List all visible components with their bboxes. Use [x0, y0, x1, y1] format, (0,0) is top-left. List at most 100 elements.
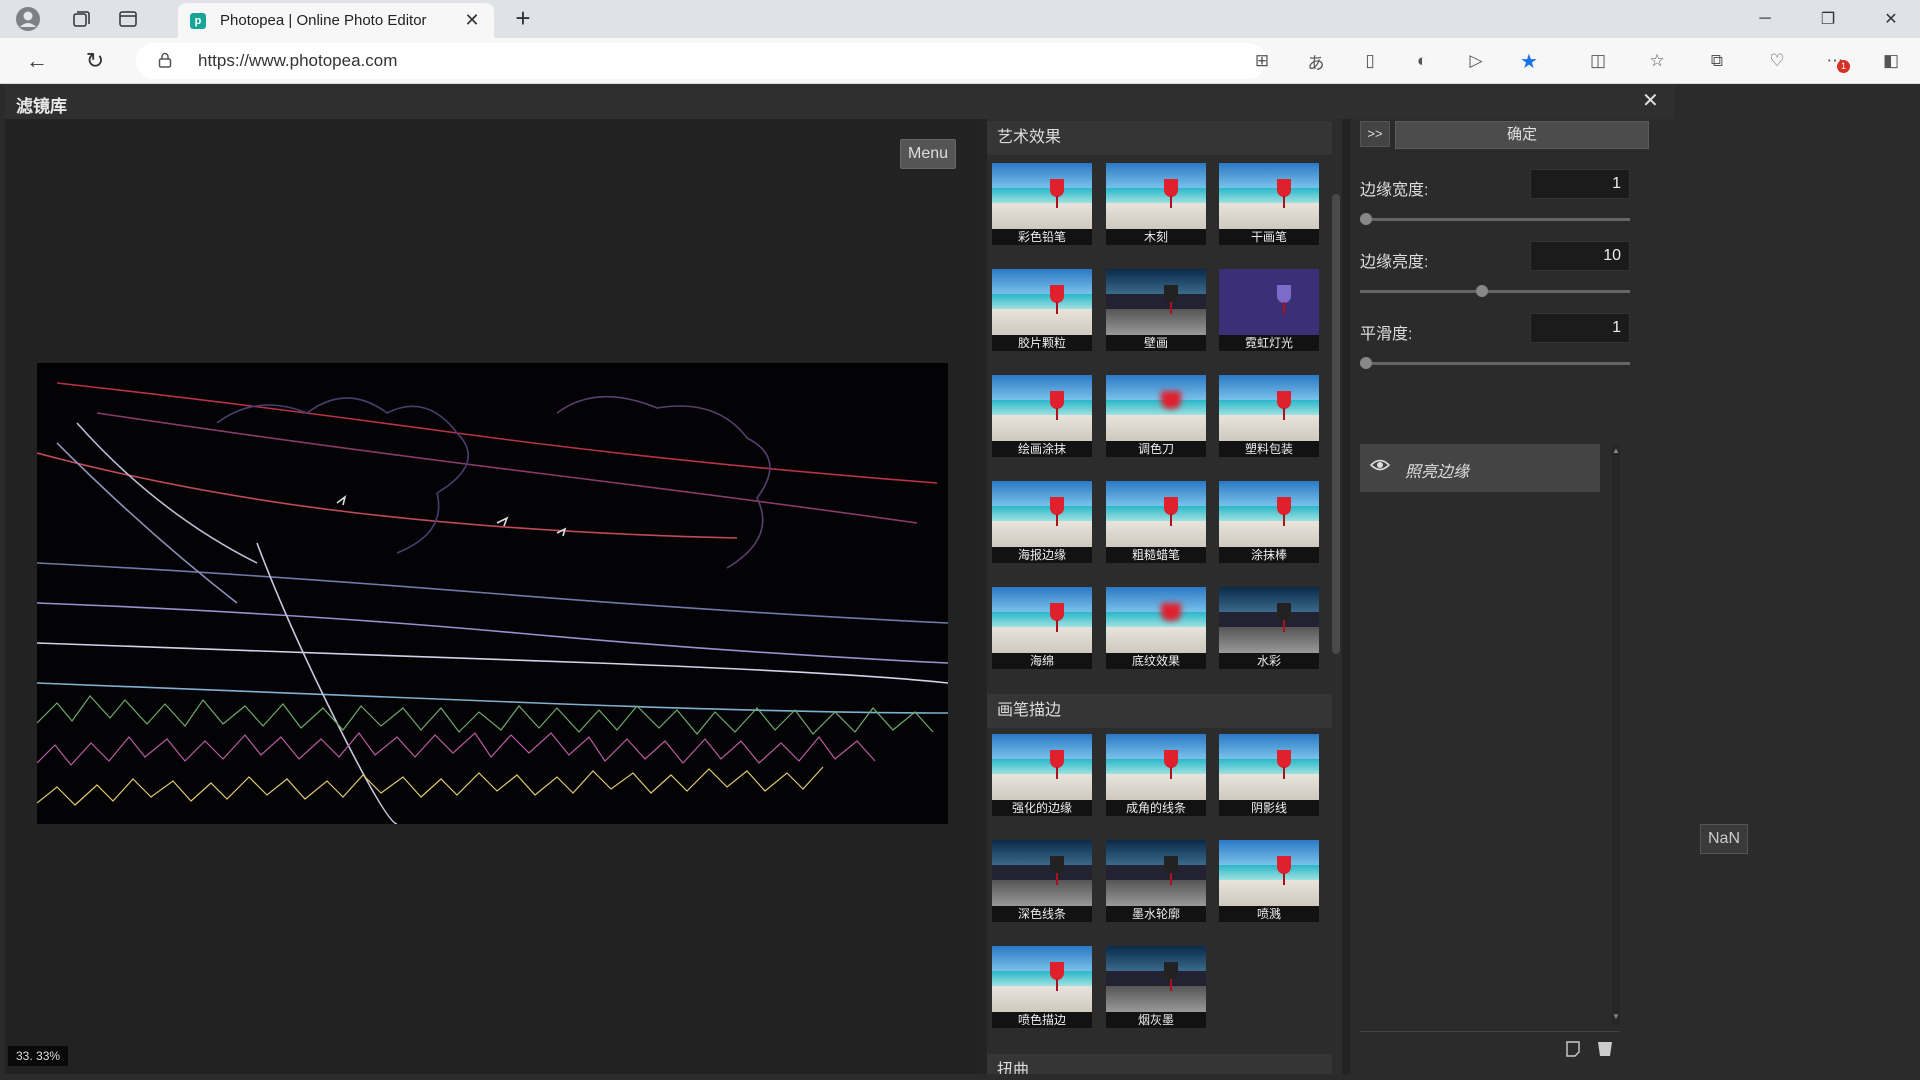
restore-icon[interactable]: ❐: [1805, 4, 1851, 34]
sidebar-toggle-icon[interactable]: ◧: [1877, 48, 1905, 74]
dialog-close-icon[interactable]: ✕: [1642, 88, 1659, 113]
dialog-title: 滤镜库: [16, 97, 67, 116]
smoothness-input[interactable]: 1: [1530, 313, 1630, 343]
filter-gallery-list[interactable]: 艺术效果 彩色铅笔 木刻 干画笔 胶片颗粒 壁画 霓虹灯光 绘画涂抹 调色刀 塑…: [987, 119, 1342, 1074]
delete-effect-layer-icon[interactable]: [1594, 1039, 1616, 1061]
filter-label: 深色线条: [992, 906, 1092, 922]
filter-label: 喷色描边: [992, 1012, 1092, 1028]
media-icon[interactable]: ▷: [1462, 48, 1490, 74]
filter-thumb-dark-strokes[interactable]: 深色线条: [992, 840, 1092, 922]
scroll-up-icon[interactable]: ▲: [1612, 446, 1620, 455]
favorite-star-icon[interactable]: ★: [1515, 48, 1543, 74]
filter-thumb-sponge[interactable]: 海绵: [992, 587, 1092, 669]
edge-width-input[interactable]: 1: [1530, 169, 1630, 199]
filter-label: 水彩: [1219, 653, 1319, 669]
browser-essentials-icon[interactable]: ♡: [1763, 48, 1791, 74]
filter-label: 底纹效果: [1106, 653, 1206, 669]
filter-label: 木刻: [1106, 229, 1206, 245]
edge-brightness-slider-knob[interactable]: [1476, 285, 1489, 297]
apps-icon[interactable]: ⊞: [1248, 48, 1276, 74]
lock-icon[interactable]: [158, 52, 176, 71]
back-icon[interactable]: ←: [20, 46, 54, 76]
filter-thumb-smudge-stick[interactable]: 涂抹棒: [1219, 481, 1319, 563]
profile-icon[interactable]: [10, 4, 46, 34]
category-brush-strokes[interactable]: 画笔描边: [987, 694, 1332, 728]
filter-thumb-spatter[interactable]: 喷溅: [1219, 840, 1319, 922]
edge-brightness-slider[interactable]: [1360, 285, 1630, 297]
scroll-down-icon[interactable]: ▼: [1612, 1012, 1620, 1021]
layers-scrollbar[interactable]: ▲ ▼: [1612, 444, 1620, 1024]
effect-layer-item[interactable]: 照亮边缘: [1360, 444, 1600, 492]
filter-label: 涂抹棒: [1219, 547, 1319, 563]
gallery-scrollbar[interactable]: [1332, 194, 1340, 654]
filter-thumb-neon-glow[interactable]: 霓虹灯光: [1219, 269, 1319, 351]
reading-view-icon[interactable]: ▯: [1356, 48, 1384, 74]
filter-gallery-dialog: 滤镜库 ✕ Menu 33. 33% 艺术效果 彩色铅笔 木刻 干画笔 胶片颗粒…: [5, 84, 1675, 1074]
edge-brightness-input[interactable]: 10: [1530, 241, 1630, 271]
filter-label: 壁画: [1106, 335, 1206, 351]
filter-thumb-ink-outlines[interactable]: 墨水轮廓: [1106, 840, 1206, 922]
edge-refresh-icon[interactable]: ◐: [1408, 48, 1436, 74]
url-field[interactable]: https://www.photopea.com: [136, 43, 1266, 79]
photopea-favicon-icon: p: [190, 12, 206, 29]
filter-thumb-underpainting[interactable]: 底纹效果: [1106, 587, 1206, 669]
preview-area[interactable]: Menu 33. 33%: [5, 119, 982, 1074]
filter-thumb-sumi-e[interactable]: 烟灰墨: [1106, 946, 1206, 1028]
filter-thumb-dry-brush[interactable]: 干画笔: [1219, 163, 1319, 245]
url-text[interactable]: https://www.photopea.com: [198, 51, 397, 71]
workspaces-icon[interactable]: [64, 4, 100, 34]
favorites-icon[interactable]: ☆: [1643, 48, 1671, 74]
refresh-icon[interactable]: ↻: [78, 46, 112, 76]
new-tab-icon[interactable]: +: [508, 4, 538, 32]
collections-icon[interactable]: ⧉: [1703, 48, 1731, 74]
filter-label: 喷溅: [1219, 906, 1319, 922]
filter-thumb-poster-edges[interactable]: 海报边缘: [992, 481, 1092, 563]
filter-thumb-cutout[interactable]: 木刻: [1106, 163, 1206, 245]
edge-width-slider[interactable]: [1360, 213, 1630, 225]
filter-thumb-plastic-wrap[interactable]: 塑料包装: [1219, 375, 1319, 457]
new-effect-layer-icon[interactable]: [1563, 1039, 1585, 1061]
filter-thumb-fresco[interactable]: 壁画: [1106, 269, 1206, 351]
filter-label: 调色刀: [1106, 441, 1206, 457]
browser-tab-bar: p Photopea | Online Photo Editor ✕ + ─ ❐…: [0, 0, 1920, 38]
filter-thumb-film-grain[interactable]: 胶片颗粒: [992, 269, 1092, 351]
filter-thumb-paint-daubs[interactable]: 绘画涂抹: [992, 375, 1092, 457]
translate-icon[interactable]: あ: [1302, 48, 1330, 74]
edge-width-label: 边缘宽度:: [1360, 182, 1429, 199]
category-distort[interactable]: 扭曲: [987, 1054, 1332, 1074]
more-menu-icon[interactable]: ⋯ 1: [1821, 48, 1850, 74]
dialog-titlebar: 滤镜库 ✕: [5, 84, 1675, 119]
split-screen-icon[interactable]: ◫: [1584, 48, 1612, 74]
filter-thumb-sprayed-strokes[interactable]: 喷色描边: [992, 946, 1092, 1028]
edge-width-slider-knob[interactable]: [1360, 213, 1372, 225]
filter-label: 塑料包装: [1219, 441, 1319, 457]
smoothness-slider-knob[interactable]: [1360, 357, 1372, 369]
eye-visibility-icon[interactable]: [1369, 458, 1391, 478]
filter-thumb-crosshatch[interactable]: 阴影线: [1219, 734, 1319, 816]
filter-label: 干画笔: [1219, 229, 1319, 245]
ok-button[interactable]: 确定: [1395, 121, 1649, 149]
filter-label: 彩色铅笔: [992, 229, 1092, 245]
filter-thumb-accented-edges[interactable]: 强化的边缘: [992, 734, 1092, 816]
tab-actions-icon[interactable]: [110, 4, 146, 34]
edge-brightness-label: 边缘亮度:: [1360, 254, 1429, 271]
filter-thumb-colored-pencil[interactable]: 彩色铅笔: [992, 163, 1092, 245]
window-close-icon[interactable]: ✕: [1868, 4, 1914, 34]
minimize-icon[interactable]: ─: [1742, 4, 1788, 34]
filter-label: 烟灰墨: [1106, 1012, 1206, 1028]
notification-badge: 1: [1837, 60, 1850, 73]
nan-button[interactable]: NaN: [1700, 824, 1748, 854]
filter-thumb-watercolor[interactable]: 水彩: [1219, 587, 1319, 669]
smoothness-slider[interactable]: [1360, 357, 1630, 369]
filter-thumb-palette-knife[interactable]: 调色刀: [1106, 375, 1206, 457]
preview-canvas[interactable]: [37, 363, 948, 824]
tab-close-icon[interactable]: ✕: [462, 10, 482, 31]
filter-thumb-angled-strokes[interactable]: 成角的线条: [1106, 734, 1206, 816]
collapse-gallery-button[interactable]: >>: [1360, 121, 1390, 147]
category-artistic[interactable]: 艺术效果: [987, 121, 1332, 155]
filter-thumb-rough-pastels[interactable]: 粗糙蜡笔: [1106, 481, 1206, 563]
menu-button[interactable]: Menu: [900, 139, 957, 169]
filter-label: 海报边缘: [992, 547, 1092, 563]
tab-photopea[interactable]: p Photopea | Online Photo Editor ✕: [178, 3, 494, 38]
filter-label: 墨水轮廓: [1106, 906, 1206, 922]
